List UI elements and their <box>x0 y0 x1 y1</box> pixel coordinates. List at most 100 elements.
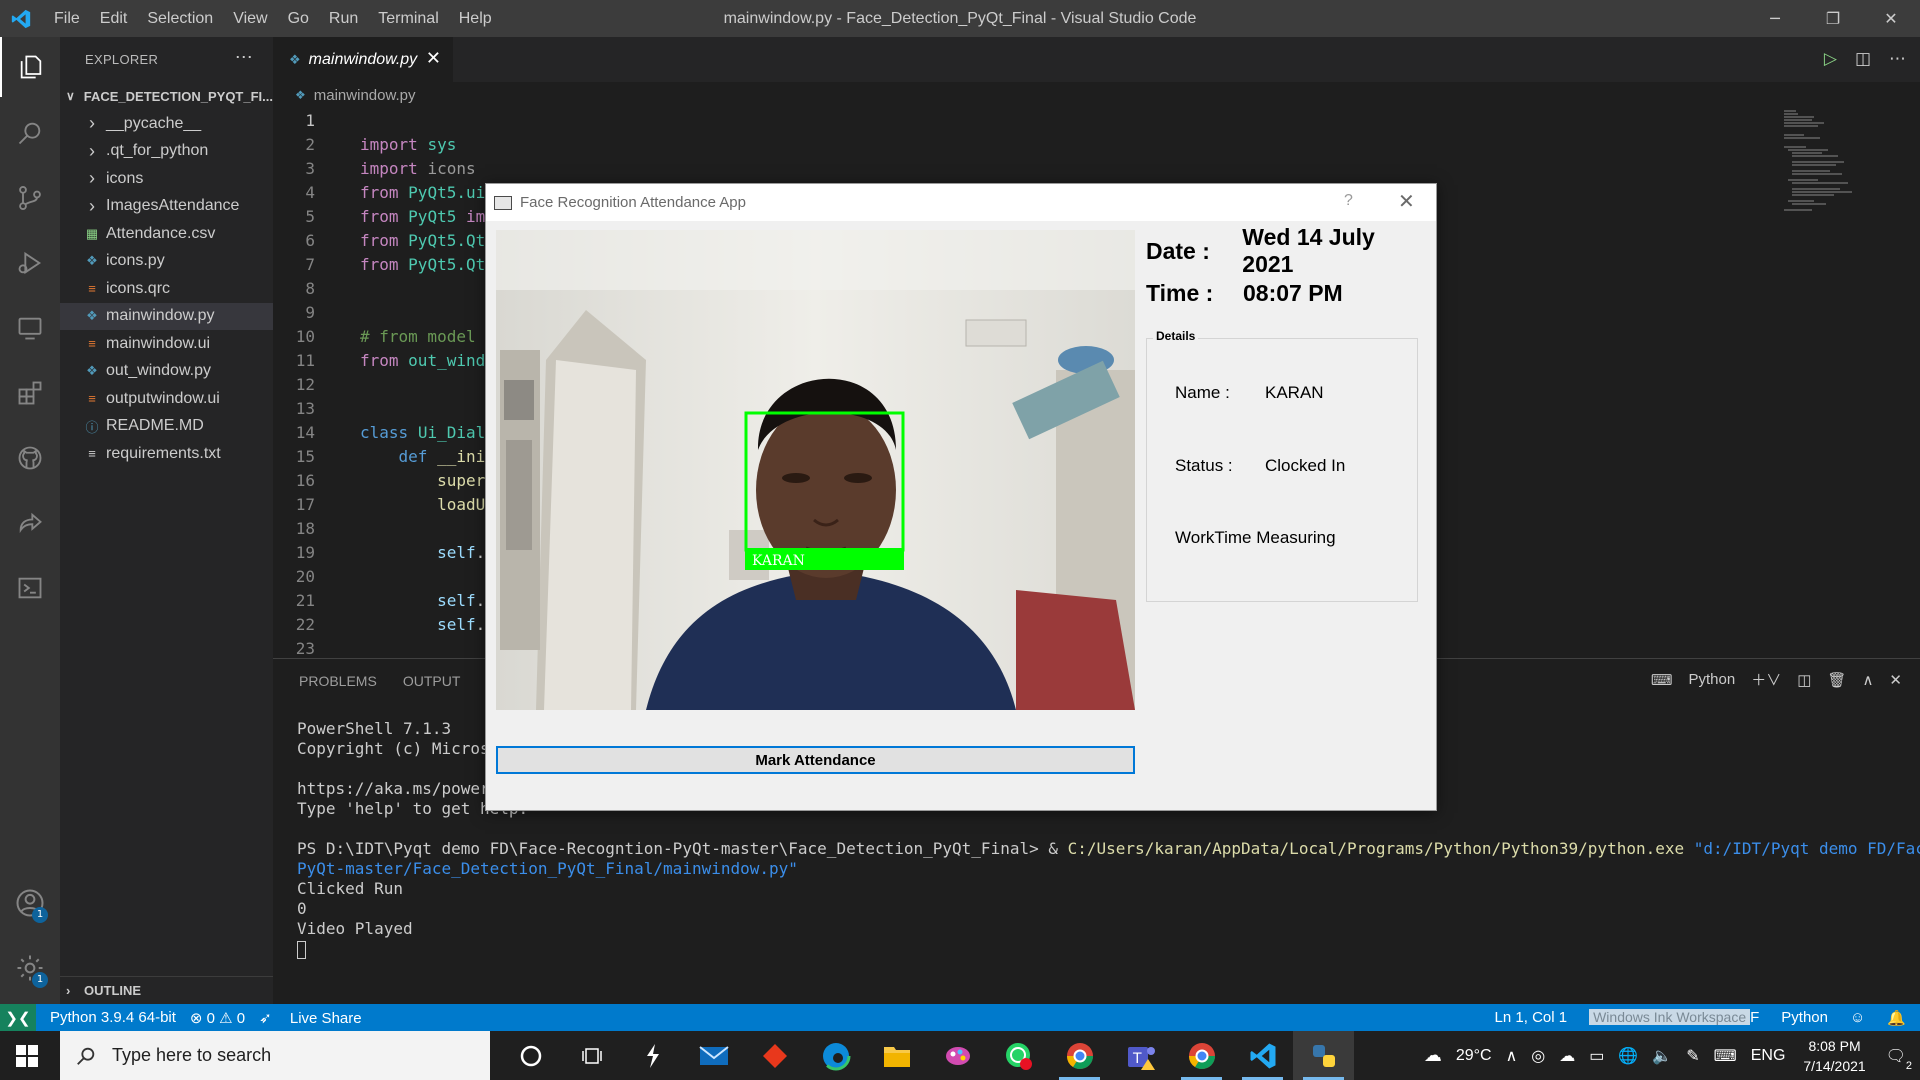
input-language[interactable]: ENG <box>1751 1047 1786 1065</box>
menu-view[interactable]: View <box>233 10 267 28</box>
terminal-icon[interactable] <box>0 558 60 618</box>
tree-file[interactable]: ⓘ README.MD <box>60 413 273 441</box>
keyboard-icon[interactable]: ⌨ <box>1714 1046 1737 1066</box>
menu-help[interactable]: Help <box>459 10 492 28</box>
close-panel-icon[interactable]: ✕ <box>1889 671 1902 689</box>
tree-file[interactable]: ❖ icons.py <box>60 248 273 276</box>
file-explorer-icon[interactable] <box>866 1031 927 1080</box>
date-value: Wed 14 July 2021 <box>1242 224 1375 277</box>
edge-icon[interactable] <box>805 1031 866 1080</box>
new-terminal-icon[interactable]: ＋∨ <box>1751 669 1781 690</box>
vscode-taskbar-icon[interactable] <box>1232 1031 1293 1080</box>
tree-file[interactable]: ≡ mainwindow.ui <box>60 330 273 358</box>
chrome-icon[interactable] <box>1049 1031 1110 1080</box>
menu-file[interactable]: File <box>54 10 80 28</box>
tab-problems[interactable]: PROBLEMS <box>299 673 377 689</box>
ink-workspace[interactable]: Windows Ink Workspace F <box>1589 1009 1759 1026</box>
tree-file[interactable]: ≡ outputwindow.ui <box>60 385 273 413</box>
restore-button[interactable]: ❐ <box>1804 0 1862 37</box>
feedback-icon[interactable]: ☺ <box>1850 1009 1865 1026</box>
split-terminal-icon[interactable]: ◫ <box>1797 671 1811 689</box>
minimap[interactable] <box>1784 108 1874 228</box>
workspace-folder[interactable]: ∨ FACE_DETECTION_PYQT_FI... <box>60 82 273 110</box>
temperature[interactable]: 29°C <box>1456 1047 1492 1065</box>
notifications-bell-icon[interactable]: 🔔 <box>1887 1009 1906 1027</box>
dialog-title-bar[interactable]: Face Recognition Attendance App ? ✕ <box>486 184 1436 221</box>
language-mode[interactable]: Python <box>1781 1009 1828 1026</box>
teams-icon[interactable]: T <box>1110 1031 1171 1080</box>
volume-icon[interactable]: 🔈 <box>1652 1046 1672 1066</box>
tree-file[interactable]: ❖ out_window.py <box>60 358 273 386</box>
webcam-icon[interactable]: ◎ <box>1531 1046 1545 1066</box>
dialog-close-button[interactable]: ✕ <box>1398 189 1415 214</box>
menu-terminal[interactable]: Terminal <box>378 10 438 28</box>
accounts-icon[interactable]: 1 <box>0 873 60 933</box>
maximize-panel-icon[interactable]: ∧ <box>1862 671 1873 689</box>
clock[interactable]: 8:08 PM 7/14/2021 <box>1803 1036 1865 1076</box>
task-view-icon[interactable] <box>561 1031 622 1080</box>
tree-file[interactable]: ▦ Attendance.csv <box>60 220 273 248</box>
office-app-icon[interactable] <box>744 1031 805 1080</box>
kill-terminal-icon[interactable]: 🗑 <box>1827 671 1846 689</box>
menu-go[interactable]: Go <box>288 10 309 28</box>
tree-file[interactable]: ❖ mainwindow.py <box>60 302 273 330</box>
tree-file[interactable]: ≡ icons.qrc <box>60 275 273 303</box>
xml-file-icon: ≡ <box>88 391 96 407</box>
taskbar-search[interactable]: Type here to search <box>60 1031 490 1080</box>
run-file-icon[interactable]: ▷ <box>1824 49 1837 69</box>
window-controls: ─ ❐ ✕ <box>1746 0 1920 37</box>
tree-folder[interactable]: › icons <box>60 165 273 193</box>
menu-edit[interactable]: Edit <box>100 10 128 28</box>
breadcrumb-file[interactable]: mainwindow.py <box>314 87 416 104</box>
explorer-icon[interactable] <box>0 37 60 97</box>
file-tree: › __pycache__ › .qt_for_python › icons › Images… <box>60 110 273 468</box>
close-tab-icon[interactable]: ✕ <box>426 48 441 69</box>
action-center-icon[interactable]: 🗨 2 <box>1886 1046 1912 1072</box>
cortana-icon[interactable] <box>500 1031 561 1080</box>
search-icon[interactable] <box>0 103 60 163</box>
github-icon[interactable] <box>0 428 60 488</box>
show-hidden-icons-chevron-icon[interactable]: ∧ <box>1506 1046 1518 1066</box>
close-window-button[interactable]: ✕ <box>1862 0 1920 37</box>
minimize-button[interactable]: ─ <box>1746 0 1804 37</box>
split-editor-icon[interactable]: ◫ <box>1855 49 1871 69</box>
live-share-status[interactable]: ➶ Live Share <box>259 1009 361 1027</box>
battery-icon[interactable]: ▭ <box>1589 1046 1604 1066</box>
remote-indicator-icon[interactable]: ❯❮ <box>0 1004 36 1031</box>
tree-folder[interactable]: › __pycache__ <box>60 110 273 138</box>
live-share-icon[interactable] <box>0 493 60 553</box>
pen-workspace-icon[interactable]: ✎ <box>1686 1046 1699 1066</box>
windows-start-icon[interactable] <box>16 1045 38 1067</box>
whatsapp-icon[interactable] <box>988 1031 1049 1080</box>
bolt-app-icon[interactable] <box>622 1031 683 1080</box>
tab-output[interactable]: OUTPUT <box>403 673 461 689</box>
tree-folder[interactable]: › ImagesAttendance <box>60 193 273 221</box>
paint-app-icon[interactable] <box>927 1031 988 1080</box>
terminal-shell-icon: ⌨ <box>1650 671 1673 689</box>
tab-mainwindow[interactable]: ❖ mainwindow.py ✕ <box>273 37 453 82</box>
onedrive-icon[interactable]: ☁ <box>1559 1046 1575 1066</box>
terminal-shell-label[interactable]: Python <box>1688 671 1735 688</box>
python-interpreter[interactable]: Python 3.9.4 64-bit <box>50 1009 176 1026</box>
menu-selection[interactable]: Selection <box>147 10 213 28</box>
mark-attendance-button[interactable]: Mark Attendance <box>496 746 1135 774</box>
network-globe-icon[interactable]: 🌐 <box>1618 1046 1638 1066</box>
mail-icon[interactable] <box>683 1031 744 1080</box>
help-button[interactable]: ? <box>1344 192 1353 210</box>
remote-explorer-icon[interactable] <box>0 298 60 358</box>
settings-gear-icon[interactable]: 1 <box>0 938 60 998</box>
outline-section[interactable]: › OUTLINE <box>60 976 273 1004</box>
run-debug-icon[interactable] <box>0 233 60 293</box>
tree-folder[interactable]: › .qt_for_python <box>60 138 273 166</box>
weather-icon[interactable]: ☁ <box>1424 1045 1442 1066</box>
more-actions-icon[interactable]: ⋯ <box>235 47 253 68</box>
source-control-icon[interactable] <box>0 168 60 228</box>
menu-run[interactable]: Run <box>329 10 358 28</box>
python-app-icon[interactable] <box>1293 1031 1354 1080</box>
problems-count[interactable]: ⊗ 0 ⚠ 0 <box>190 1009 245 1027</box>
tree-file[interactable]: ≡ requirements.txt <box>60 440 273 468</box>
cursor-position[interactable]: Ln 1, Col 1 <box>1495 1009 1568 1026</box>
extensions-icon[interactable] <box>0 363 60 423</box>
chrome-profile-icon[interactable] <box>1171 1031 1232 1080</box>
more-editor-actions-icon[interactable]: ⋯ <box>1889 49 1906 69</box>
